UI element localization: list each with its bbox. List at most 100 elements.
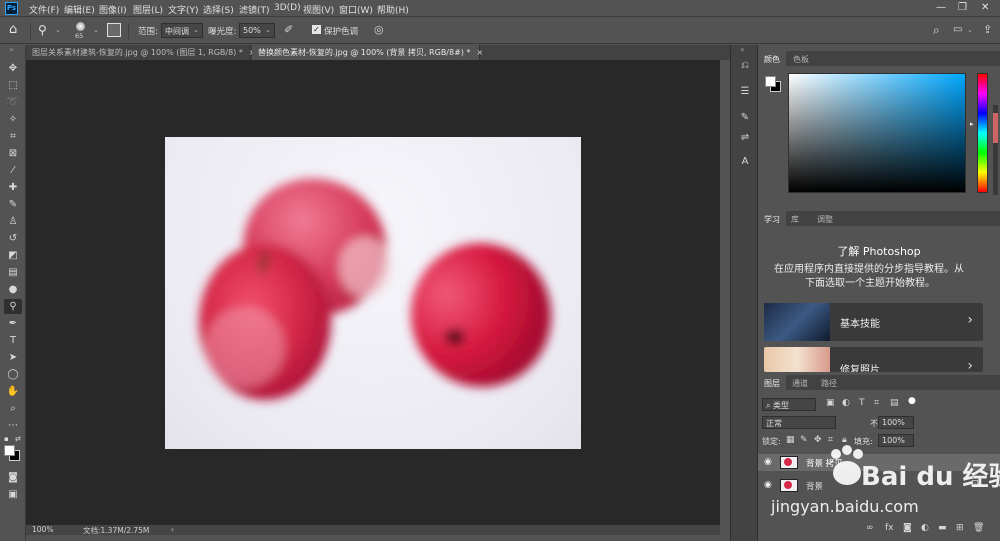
blend-mode-select[interactable]: 正常 [762, 416, 836, 429]
eyedropper-tool-icon[interactable]: ⁄ [4, 163, 22, 178]
layer-filter-select[interactable]: ⌕ 类型 [762, 398, 816, 411]
character-panel-icon[interactable]: A [737, 155, 753, 169]
blur-tool-icon[interactable]: ● [4, 282, 22, 297]
more-tools-icon[interactable]: ⋯ [4, 418, 22, 433]
dodge-tool-icon[interactable]: ⚲ [4, 299, 22, 314]
swap-colors-icon[interactable]: ⇄ [15, 435, 21, 443]
brushes-panel-icon[interactable]: ✎ [737, 111, 753, 125]
link-layers-icon[interactable]: ∞ [866, 523, 874, 533]
hue-marker-icon[interactable]: ▸ [970, 120, 974, 128]
move-tool-icon[interactable]: ✥ [4, 61, 22, 76]
close-icon[interactable]: × [476, 48, 483, 57]
menu-layer[interactable]: 图层(L) [133, 3, 163, 16]
tab-swatches[interactable]: 色板 [787, 51, 815, 66]
filter-toggle-icon[interactable]: ● [908, 396, 916, 406]
new-adjustment-icon[interactable]: ◐ [921, 523, 929, 533]
menu-filter[interactable]: 滤镜(T) [239, 3, 270, 16]
search-icon[interactable]: ⌕ [933, 23, 940, 38]
collapse-icon[interactable]: » [9, 45, 14, 54]
range-select[interactable]: 中间调 ⌄ [161, 23, 203, 38]
foreground-color-swatch[interactable] [765, 76, 776, 87]
share-icon[interactable]: ⇪ [983, 23, 992, 36]
foreground-color-swatch[interactable] [4, 445, 15, 456]
tab-paths[interactable]: 路径 [815, 375, 843, 390]
tab-libraries[interactable]: 库 [785, 211, 805, 226]
hand-tool-icon[interactable]: ✋ [4, 384, 22, 399]
menu-view[interactable]: 视图(V) [303, 3, 334, 16]
menu-file[interactable]: 文件(F) [29, 3, 59, 16]
properties-panel-icon[interactable]: ☰ [737, 85, 753, 99]
filter-smart-object-icon[interactable]: ▤ [890, 398, 899, 408]
restore-button[interactable]: ❐ [958, 2, 967, 13]
color-picker-field[interactable] [788, 73, 966, 193]
screen-mode-icon[interactable]: ▣ [4, 487, 22, 502]
airbrush-icon[interactable]: ✐ [284, 23, 293, 36]
type-tool-icon[interactable]: T [4, 333, 22, 348]
healing-tool-icon[interactable]: ✚ [4, 180, 22, 195]
adjustments-panel-icon[interactable]: ⇌ [737, 131, 753, 145]
chevron-down-icon[interactable]: ⌄ [55, 26, 61, 34]
chevron-down-icon[interactable]: ⌄ [93, 26, 99, 34]
history-panel-icon[interactable]: ⎌ [737, 59, 753, 73]
new-layer-icon[interactable]: ⊞ [956, 523, 964, 533]
learn-card-fix-photo[interactable]: 修复照片 › [764, 347, 983, 372]
brush-size-picker[interactable]: 65 [71, 22, 91, 42]
scrollbar-thumb[interactable] [993, 113, 998, 143]
filter-type-icon[interactable]: T [859, 398, 865, 408]
eraser-tool-icon[interactable]: ◩ [4, 248, 22, 263]
gradient-tool-icon[interactable]: ▤ [4, 265, 22, 280]
new-group-icon[interactable]: ▬ [938, 523, 947, 533]
add-mask-icon[interactable]: ◙ [903, 523, 912, 533]
crop-tool-icon[interactable]: ⌗ [4, 129, 22, 144]
learn-card-basic-skills[interactable]: 基本技能 › [764, 303, 983, 341]
zoom-tool-icon[interactable]: ⌕ [4, 401, 22, 416]
home-icon[interactable]: ⌂ [9, 22, 17, 37]
delete-layer-icon[interactable]: 🗑︎ [973, 523, 984, 533]
minimize-button[interactable]: — [936, 2, 946, 13]
dodge-tool-preset-icon[interactable]: ⚲ [38, 23, 47, 37]
tab-layers[interactable]: 图层 [758, 375, 786, 390]
pen-tool-icon[interactable]: ✒ [4, 316, 22, 331]
tab-document-1[interactable]: 图层关系素材建筑-恢复的.jpg @ 100% (图层 1, RGB/8) *× [26, 45, 256, 60]
tab-adjustments[interactable]: 调整 [811, 211, 839, 226]
quick-mask-icon[interactable]: ◙ [4, 470, 22, 485]
hue-slider[interactable] [977, 73, 988, 193]
magic-wand-tool-icon[interactable]: ✧ [4, 112, 22, 127]
tab-channels[interactable]: 通道 [786, 375, 814, 390]
menu-window[interactable]: 窗口(W) [339, 3, 373, 16]
exposure-input[interactable]: 50% ⌄ [239, 23, 275, 38]
tab-document-2[interactable]: 替换颜色素材-恢复的.jpg @ 100% (背景 拷贝, RGB/8#) * × [252, 45, 483, 60]
close-button[interactable]: ✕ [981, 2, 989, 13]
menu-type[interactable]: 文字(Y) [168, 3, 199, 16]
tab-color[interactable]: 颜色 [758, 51, 786, 66]
menu-image[interactable]: 图像(I) [99, 3, 127, 16]
stamp-tool-icon[interactable]: ♙ [4, 214, 22, 229]
marquee-tool-icon[interactable]: ⬚ [4, 78, 22, 93]
history-brush-tool-icon[interactable]: ↺ [4, 231, 22, 246]
status-menu-arrow[interactable]: › [171, 525, 174, 534]
shape-tool-icon[interactable]: ◯ [4, 367, 22, 382]
workspace-icon[interactable]: ▭ [953, 24, 962, 35]
pressure-icon[interactable]: ◎ [374, 23, 384, 36]
zoom-level[interactable]: 100% [32, 525, 53, 534]
filter-adjustment-icon[interactable]: ◐ [842, 398, 850, 408]
menu-help[interactable]: 帮助(H) [377, 3, 409, 16]
menu-3d[interactable]: 3D(D) [274, 3, 301, 13]
layer-style-icon[interactable]: fx [885, 523, 894, 533]
lasso-tool-icon[interactable]: ➰ [4, 95, 22, 110]
opacity-input[interactable]: 100% [878, 416, 914, 429]
canvas-area[interactable] [26, 60, 720, 525]
filter-shape-icon[interactable]: ⌗ [874, 398, 879, 408]
expand-icon[interactable]: « [740, 45, 745, 54]
menu-select[interactable]: 选择(S) [203, 3, 234, 16]
tab-learn[interactable]: 学习 [758, 211, 786, 226]
color-panel-scrollbar[interactable] [993, 105, 998, 195]
brush-tool-icon[interactable]: ✎ [4, 197, 22, 212]
frame-tool-icon[interactable]: ⊠ [4, 146, 22, 161]
menu-edit[interactable]: 编辑(E) [64, 3, 95, 16]
brush-panel-icon[interactable] [107, 23, 121, 37]
path-select-tool-icon[interactable]: ➤ [4, 350, 22, 365]
default-colors-icon[interactable]: ▪ [4, 435, 9, 443]
document-image[interactable] [165, 137, 581, 449]
chevron-down-icon[interactable]: ⌄ [967, 26, 973, 34]
